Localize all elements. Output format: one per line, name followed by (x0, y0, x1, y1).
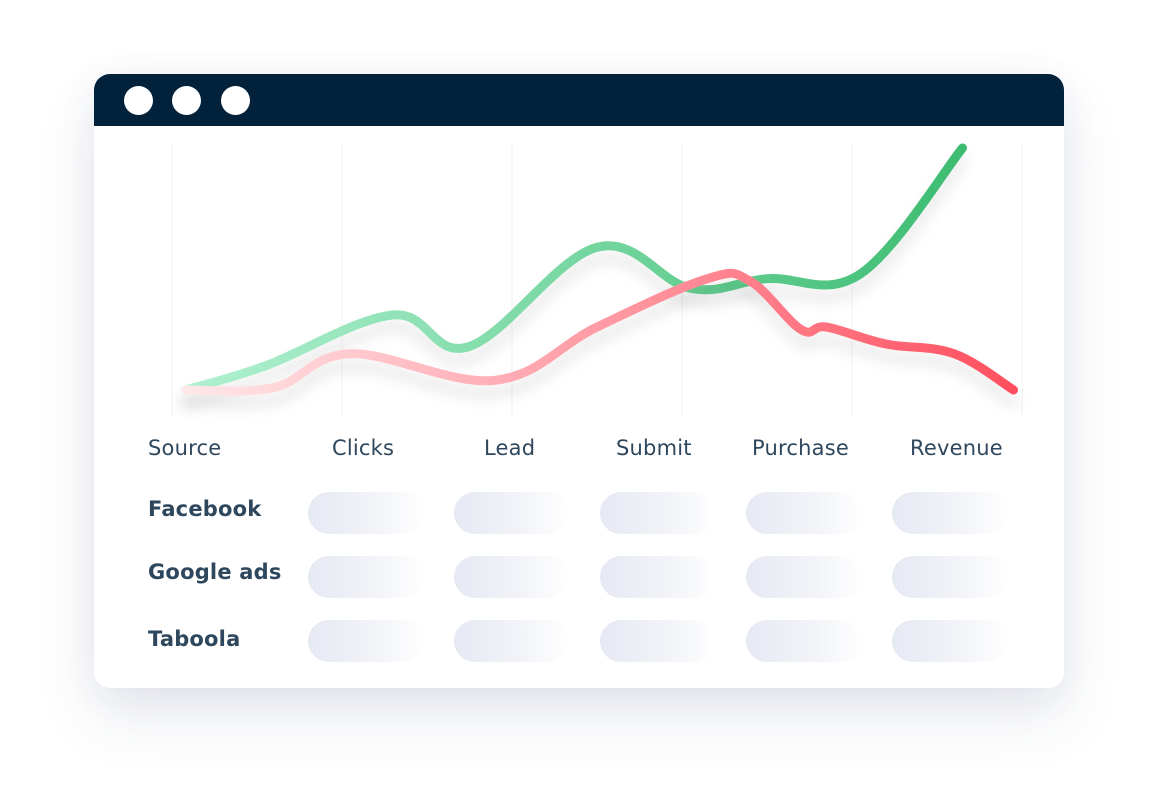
placeholder-cell (746, 492, 862, 534)
placeholder-cell (892, 620, 1008, 662)
window-dot-2[interactable] (172, 86, 201, 115)
series-line-green-trend (181, 143, 967, 395)
source-label: Taboola (148, 627, 241, 651)
placeholder-cell (600, 492, 716, 534)
placeholder-cell (746, 556, 862, 598)
placeholder-cell (892, 556, 1008, 598)
source-label: Google ads (148, 560, 282, 584)
app-window: Source Clicks Lead Submit Purchase Reven… (94, 74, 1064, 688)
column-header-purchase: Purchase (752, 436, 849, 460)
column-header-clicks: Clicks (332, 436, 395, 460)
window-dot-1[interactable] (124, 86, 153, 115)
series-line-red-trend (181, 268, 1018, 396)
placeholder-cell (454, 620, 570, 662)
placeholder-cell (600, 620, 716, 662)
column-header-revenue: Revenue (910, 436, 1003, 460)
placeholder-cell (454, 556, 570, 598)
column-header-lead: Lead (484, 436, 536, 460)
placeholder-cell (308, 620, 424, 662)
window-dot-3[interactable] (221, 86, 250, 115)
placeholder-cell (308, 492, 424, 534)
placeholder-cell (892, 492, 1008, 534)
placeholder-cell (600, 556, 716, 598)
placeholder-cell (308, 556, 424, 598)
column-header-submit: Submit (616, 436, 692, 460)
placeholder-cell (454, 492, 570, 534)
window-titlebar (94, 74, 1064, 126)
source-label: Facebook (148, 497, 262, 521)
column-header-source: Source (148, 436, 222, 460)
line-chart (94, 126, 1064, 436)
line-chart-svg (171, 143, 1023, 416)
placeholder-cell (746, 620, 862, 662)
